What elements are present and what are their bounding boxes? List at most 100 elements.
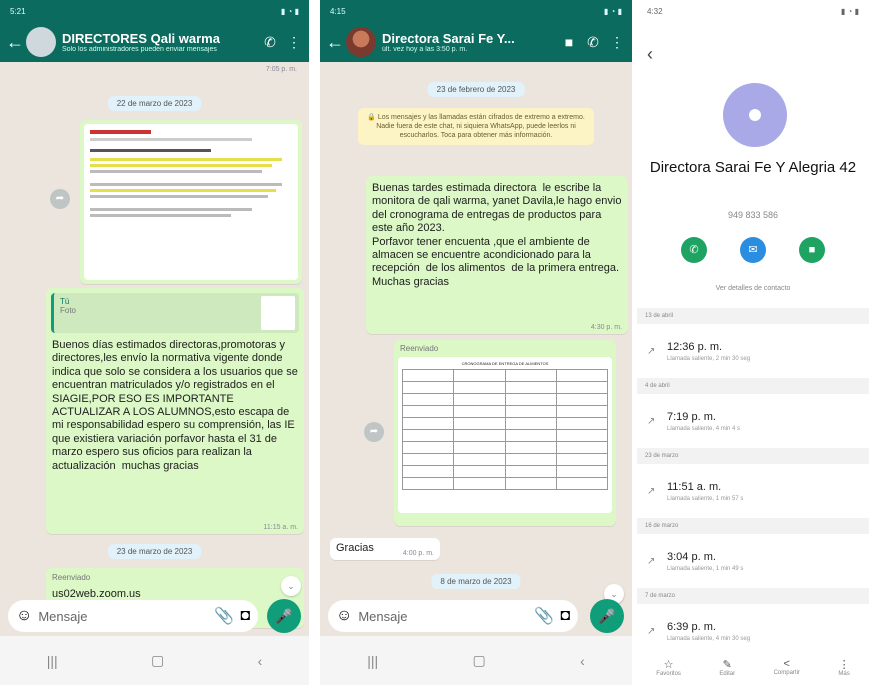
contact-screen: 4:32 ▮ ◔ ▮ ‹ Directora Sarai Fe Y Alegri… xyxy=(637,0,869,685)
chat-area[interactable]: 7:05 p. m. 22 de marzo de 2023 ➦ 11:15 a… xyxy=(0,62,309,636)
home-icon[interactable]: ▢ xyxy=(473,652,486,669)
emoji-icon[interactable]: ☺ xyxy=(336,607,352,625)
call-detail: Llamada saliente, 2 min 30 seg xyxy=(667,355,751,362)
message-placeholder: Mensaje xyxy=(358,608,408,624)
attach-icon[interactable]: 📎 xyxy=(214,606,234,626)
back-arrow-icon[interactable]: ← xyxy=(326,32,344,53)
call-group: 23 de marzo ↗ 11:51 a. m. Llamada salien… xyxy=(637,448,869,518)
chat-subtitle: Solo los administradores pueden enviar m… xyxy=(62,46,217,53)
quote-author: Tú xyxy=(60,297,70,306)
message-input[interactable]: ☺ Mensaje 📎 ◘ xyxy=(8,600,258,632)
call-group: 4 de abril ↗ 7:19 p. m. Llamada saliente… xyxy=(637,378,869,448)
call-entry[interactable]: ↗ 12:36 p. m. Llamada saliente, 2 min 30… xyxy=(637,324,869,378)
attach-icon[interactable]: 📎 xyxy=(534,606,554,626)
contact-phone[interactable]: 949 833 586 xyxy=(637,210,869,220)
call-time: 11:51 a. m. xyxy=(667,480,722,493)
incoming-message[interactable]: Gracias 4:00 p. m. xyxy=(330,538,440,560)
link-snippet[interactable]: us02web.zoom.us xyxy=(46,582,304,600)
chat-area[interactable]: 23 de febrero de 2023 🔒 Los mensajes y l… xyxy=(320,62,632,636)
text-message[interactable]: Buenas tardes estimada directora le escr… xyxy=(366,176,628,334)
outgoing-call-icon: ↗ xyxy=(647,485,656,497)
quote-type: Foto xyxy=(60,306,77,315)
call-entry[interactable]: ↗ 7:19 p. m. Llamada saliente, 4 min 4 s xyxy=(637,394,869,448)
contact-avatar[interactable] xyxy=(346,27,376,57)
tab-label: Compartir xyxy=(773,670,800,676)
group-avatar[interactable] xyxy=(26,27,56,57)
mic-icon[interactable]: 🎤 xyxy=(267,599,301,633)
call-time: 12:36 p. m. xyxy=(667,340,723,353)
status-bar: 4:15 ▮ ◔ ▮ xyxy=(320,0,632,22)
camera-icon[interactable]: ◘ xyxy=(560,607,570,625)
call-history: 13 de abril ↗ 12:36 p. m. Llamada salien… xyxy=(637,308,869,658)
video-call-icon[interactable]: ■ xyxy=(799,237,825,263)
call-date: 23 de marzo xyxy=(645,453,679,459)
quoted-reply[interactable]: Tú Foto xyxy=(51,293,299,333)
date-chip: 23 de febrero de 2023 xyxy=(427,82,525,97)
star-icon: ☆ xyxy=(663,658,674,671)
recents-icon[interactable]: ||| xyxy=(47,653,58,669)
voice-call-icon[interactable]: ✆ xyxy=(584,34,602,51)
quote-thumbnail xyxy=(261,296,295,330)
forwarded-image-message[interactable]: Reenviado CRONOGRAMA DE ENTREGA DE ALIME… xyxy=(394,340,616,526)
forward-icon[interactable]: ➦ xyxy=(364,422,384,442)
message-time: 11:15 a. m. xyxy=(261,274,296,281)
outgoing-call-icon: ↗ xyxy=(647,345,656,357)
more-options-icon[interactable]: ⋮ xyxy=(285,34,303,51)
text-message[interactable]: Tú Foto Buenos días estimados directoras… xyxy=(46,288,304,534)
forwarded-label: Reenviado xyxy=(400,344,439,353)
message-placeholder: Mensaje xyxy=(38,608,88,624)
favorites-button[interactable]: ☆ Favoritos xyxy=(656,658,681,677)
share-icon: < xyxy=(783,658,790,670)
video-call-icon[interactable]: ■ xyxy=(560,34,578,50)
call-detail: Llamada saliente, 4 min 4 s xyxy=(667,425,741,432)
share-button[interactable]: < Compartir xyxy=(774,658,800,676)
message-time: 4:30 p. m. xyxy=(590,324,622,331)
forward-icon[interactable]: ➦ xyxy=(50,189,70,209)
date-chip: 23 de marzo de 2023 xyxy=(107,544,202,559)
mic-icon[interactable]: 🎤 xyxy=(590,599,624,633)
schedule-table xyxy=(401,369,609,490)
call-time: 3:04 p. m. xyxy=(667,550,716,563)
call-date: 4 de abril xyxy=(645,383,670,389)
chat-title: Directora Sarai Fe Y... xyxy=(382,31,515,46)
image-message[interactable]: 11:15 a. m. xyxy=(80,120,302,284)
more-button[interactable]: ⋮ Más xyxy=(838,658,849,677)
call-entry[interactable]: ↗ 3:04 p. m. Llamada saliente, 1 min 49 … xyxy=(637,534,869,588)
chat-header: ← Directora Sarai Fe Y... últ. vez hoy a… xyxy=(320,22,632,62)
system-nav-bar: ||| ▢ ‹ xyxy=(320,636,632,685)
schedule-title: CRONOGRAMA DE ENTREGA DE ALIMENTOS xyxy=(461,361,549,366)
back-nav-icon[interactable]: ‹ xyxy=(580,653,585,669)
forwarded-label: Reenviado xyxy=(52,573,91,582)
call-icon[interactable]: ✆ xyxy=(681,237,707,263)
outgoing-call-icon: ↗ xyxy=(647,625,656,637)
tab-label: Favoritos xyxy=(656,670,681,677)
signal-icons: ▮ ◔ ▮ xyxy=(840,6,859,16)
camera-icon[interactable]: ◘ xyxy=(240,607,250,625)
message-icon[interactable]: ✉ xyxy=(740,237,766,263)
status-time: 4:15 xyxy=(330,6,346,16)
chat-title: DIRECTORES Qali warma xyxy=(62,31,220,46)
chat-title-block[interactable]: Directora Sarai Fe Y... últ. vez hoy a l… xyxy=(382,31,554,53)
back-nav-icon[interactable]: ‹ xyxy=(258,653,263,669)
call-date: 16 de marzo xyxy=(645,523,679,529)
recents-icon[interactable]: ||| xyxy=(367,653,378,669)
chat-title-block[interactable]: DIRECTORES Qali warma Solo los administr… xyxy=(62,31,255,53)
call-group: 7 de marzo ↗ 6:39 p. m. Llamada saliente… xyxy=(637,588,869,658)
view-details-link[interactable]: Ver detalles de contacto xyxy=(637,285,869,292)
add-call-icon[interactable]: ✆ xyxy=(261,34,279,51)
status-time: 5:21 xyxy=(10,6,26,16)
back-arrow-icon[interactable]: ‹ xyxy=(647,44,653,65)
scroll-down-icon[interactable]: ⌄ xyxy=(281,576,301,596)
call-entry[interactable]: ↗ 11:51 a. m. Llamada saliente, 1 min 57… xyxy=(637,464,869,518)
call-time: 7:19 p. m. xyxy=(667,410,716,423)
message-input[interactable]: ☺ Mensaje 📎 ◘ xyxy=(328,600,578,632)
back-arrow-icon[interactable]: ← xyxy=(6,32,24,53)
home-icon[interactable]: ▢ xyxy=(151,652,164,669)
edit-button[interactable]: ✎ Editar xyxy=(719,658,735,677)
encryption-notice[interactable]: 🔒 Los mensajes y las llamadas están cifr… xyxy=(358,108,594,146)
more-options-icon[interactable]: ⋮ xyxy=(608,34,626,51)
tab-label: Editar xyxy=(719,670,736,677)
contact-actions: ✆ ✉ ■ xyxy=(681,237,825,263)
status-bar: 5:21 ▮ ◔ ▮ xyxy=(0,0,309,22)
emoji-icon[interactable]: ☺ xyxy=(16,607,32,625)
